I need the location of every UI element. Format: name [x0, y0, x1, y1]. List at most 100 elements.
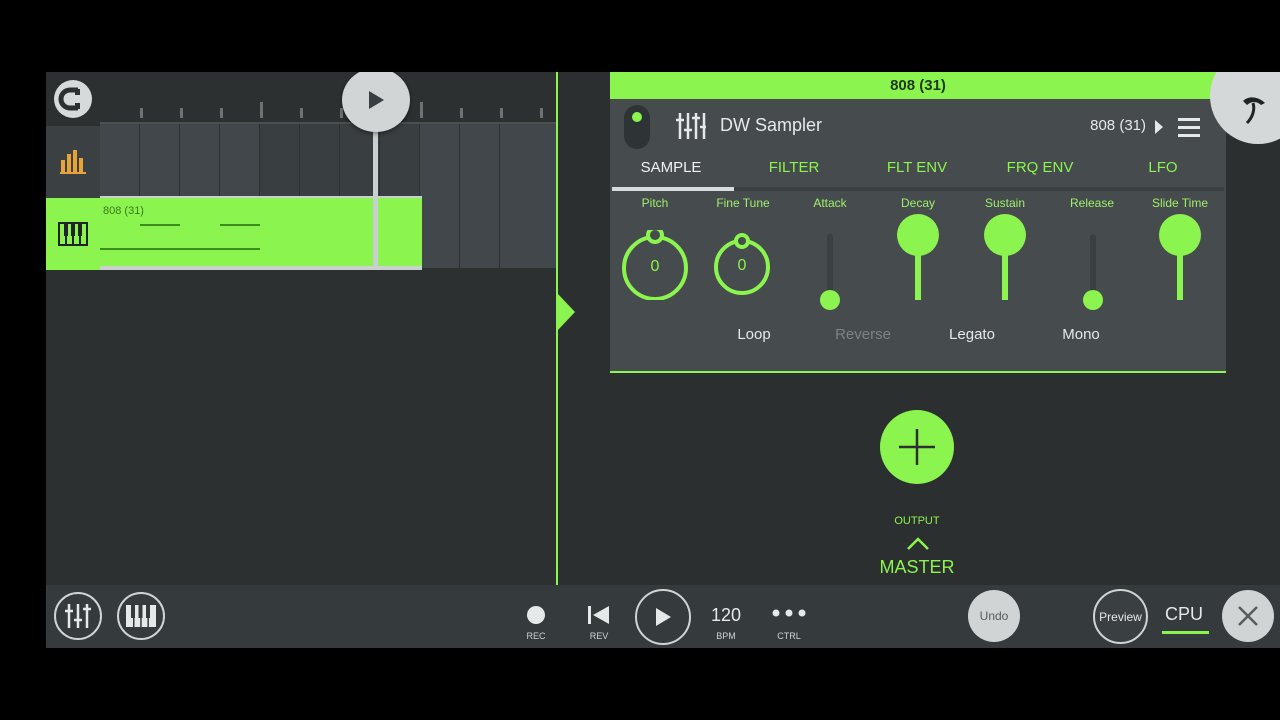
piano-roll-button[interactable] — [117, 592, 165, 640]
channel-titlebar[interactable]: 808 (31) — [610, 72, 1226, 99]
play-icon — [369, 91, 384, 109]
magnet-icon — [54, 80, 92, 118]
grid-cell[interactable] — [500, 124, 557, 196]
menu-icon[interactable] — [1178, 118, 1200, 142]
pitch-value: 0 — [650, 258, 660, 275]
output-target[interactable]: MASTER — [846, 557, 988, 578]
plus-icon — [899, 429, 935, 465]
record-icon — [527, 606, 545, 624]
channel-settings-window: 808 (31) DW Sampler 808 (31) SAMPLE FILT… — [610, 72, 1226, 373]
controls-menu-button[interactable]: CTRL — [769, 595, 809, 641]
add-effect-button[interactable] — [880, 410, 954, 484]
snap-magnet-button[interactable] — [46, 72, 100, 126]
cpu-meter — [1162, 631, 1209, 634]
equalizer-icon[interactable] — [676, 111, 706, 141]
tab-sample[interactable]: SAMPLE — [610, 153, 732, 187]
grid-cell[interactable] — [100, 124, 140, 196]
ruler-tick — [220, 108, 223, 118]
ruler-tick — [540, 108, 543, 118]
grid-cell[interactable] — [140, 124, 180, 196]
close-icon — [1238, 606, 1258, 626]
slide-time-slider[interactable] — [1159, 214, 1201, 302]
ruler-tick — [260, 102, 263, 118]
play-icon — [656, 608, 671, 626]
attack-label: Attack — [813, 196, 847, 210]
slider-handle — [984, 214, 1026, 256]
mono-toggle[interactable]: Mono — [1036, 326, 1126, 343]
fine-tune-knob[interactable]: 0 — [712, 232, 772, 298]
piano-icon — [58, 222, 88, 246]
fine-tune-label: Fine Tune — [716, 196, 770, 210]
ruler-tick — [300, 108, 303, 118]
legato-toggle[interactable]: Legato — [927, 326, 1017, 343]
channel-power-toggle[interactable] — [624, 105, 650, 149]
reverse-toggle[interactable]: Reverse — [818, 326, 908, 343]
equalizer-icon — [65, 604, 91, 628]
output-label: OUTPUT — [894, 515, 940, 527]
ruler-tick — [500, 108, 503, 118]
pitch-knob[interactable]: 0 — [620, 230, 690, 300]
ruler-tick — [460, 108, 463, 118]
mixer-track-button[interactable] — [46, 126, 100, 198]
release-slider[interactable] — [1081, 230, 1105, 310]
grid-cell[interactable] — [420, 124, 460, 196]
track-row-1[interactable] — [100, 124, 557, 196]
record-button[interactable]: REC — [516, 595, 556, 641]
preset-name[interactable]: 808 (31) — [1090, 117, 1146, 134]
ctrl-label: CTRL — [777, 631, 801, 641]
grid-cell[interactable] — [460, 196, 500, 268]
mixer-button[interactable] — [54, 592, 102, 640]
rec-label: REC — [526, 631, 546, 641]
release-label: Release — [1069, 196, 1115, 210]
timeline-ruler[interactable] — [100, 72, 557, 124]
mixer-bars-icon — [60, 150, 86, 174]
chevron-up-icon[interactable] — [906, 537, 930, 551]
active-tab-indicator — [612, 187, 734, 191]
instrument-tabs: SAMPLE FILTER FLT ENV FRQ ENV LFO — [610, 153, 1226, 187]
piano-icon — [126, 605, 156, 627]
clip-note — [100, 248, 260, 250]
tab-lfo[interactable]: LFO — [1102, 153, 1224, 187]
tab-flt-env[interactable]: FLT ENV — [856, 153, 978, 187]
grid-cell[interactable] — [220, 124, 260, 196]
next-preset-icon[interactable] — [1155, 120, 1163, 134]
transport-play-button[interactable] — [635, 589, 691, 645]
panel-toggle-arrow[interactable] — [558, 294, 575, 330]
decay-slider[interactable] — [897, 214, 939, 302]
slider-handle — [897, 214, 939, 256]
cpu-label[interactable]: CPU — [1162, 604, 1206, 625]
undo-button[interactable]: Undo — [968, 590, 1020, 642]
grid-cell[interactable] — [180, 124, 220, 196]
ellipsis-icon — [772, 609, 806, 617]
grid-cell[interactable] — [500, 196, 557, 268]
preview-button[interactable]: Preview — [1093, 589, 1148, 644]
tab-frq-env[interactable]: FRQ ENV — [979, 153, 1101, 187]
grid-cell[interactable] — [380, 124, 420, 196]
sustain-slider[interactable] — [984, 214, 1026, 302]
attack-slider[interactable] — [818, 230, 842, 310]
transport-bar: REC REV 120 BPM CTRL Undo Preview CPU — [46, 585, 1280, 648]
grid-cell[interactable] — [420, 196, 460, 268]
rev-label: REV — [589, 631, 609, 641]
close-button[interactable] — [1222, 590, 1274, 642]
clip-note — [220, 224, 260, 226]
ruler-tick — [180, 108, 183, 118]
bpm-value[interactable]: 120 — [706, 605, 746, 626]
grid-cell[interactable] — [300, 124, 340, 196]
slide-time-label: Slide Time — [1151, 196, 1209, 210]
grid-cell[interactable] — [260, 124, 300, 196]
ruler-tick — [420, 102, 423, 118]
playlist-tracks[interactable]: 808 (31) — [100, 124, 557, 270]
piano-roll-track-button[interactable] — [46, 198, 100, 270]
power-led-icon — [632, 112, 642, 122]
tab-filter[interactable]: FILTER — [733, 153, 855, 187]
track-sidebar — [46, 72, 100, 270]
grid-cell[interactable] — [460, 124, 500, 196]
fl-studio-mobile-app: 808 (31) 808 (31) DW Sampler 808 (31) SA… — [46, 72, 1280, 648]
loop-toggle[interactable]: Loop — [709, 326, 799, 343]
clip-label: 808 (31) — [103, 205, 144, 217]
bpm-label: BPM — [716, 631, 736, 641]
clip-note — [140, 224, 180, 226]
fruit-logo-icon — [1243, 97, 1265, 125]
rewind-button[interactable]: REV — [579, 595, 619, 641]
